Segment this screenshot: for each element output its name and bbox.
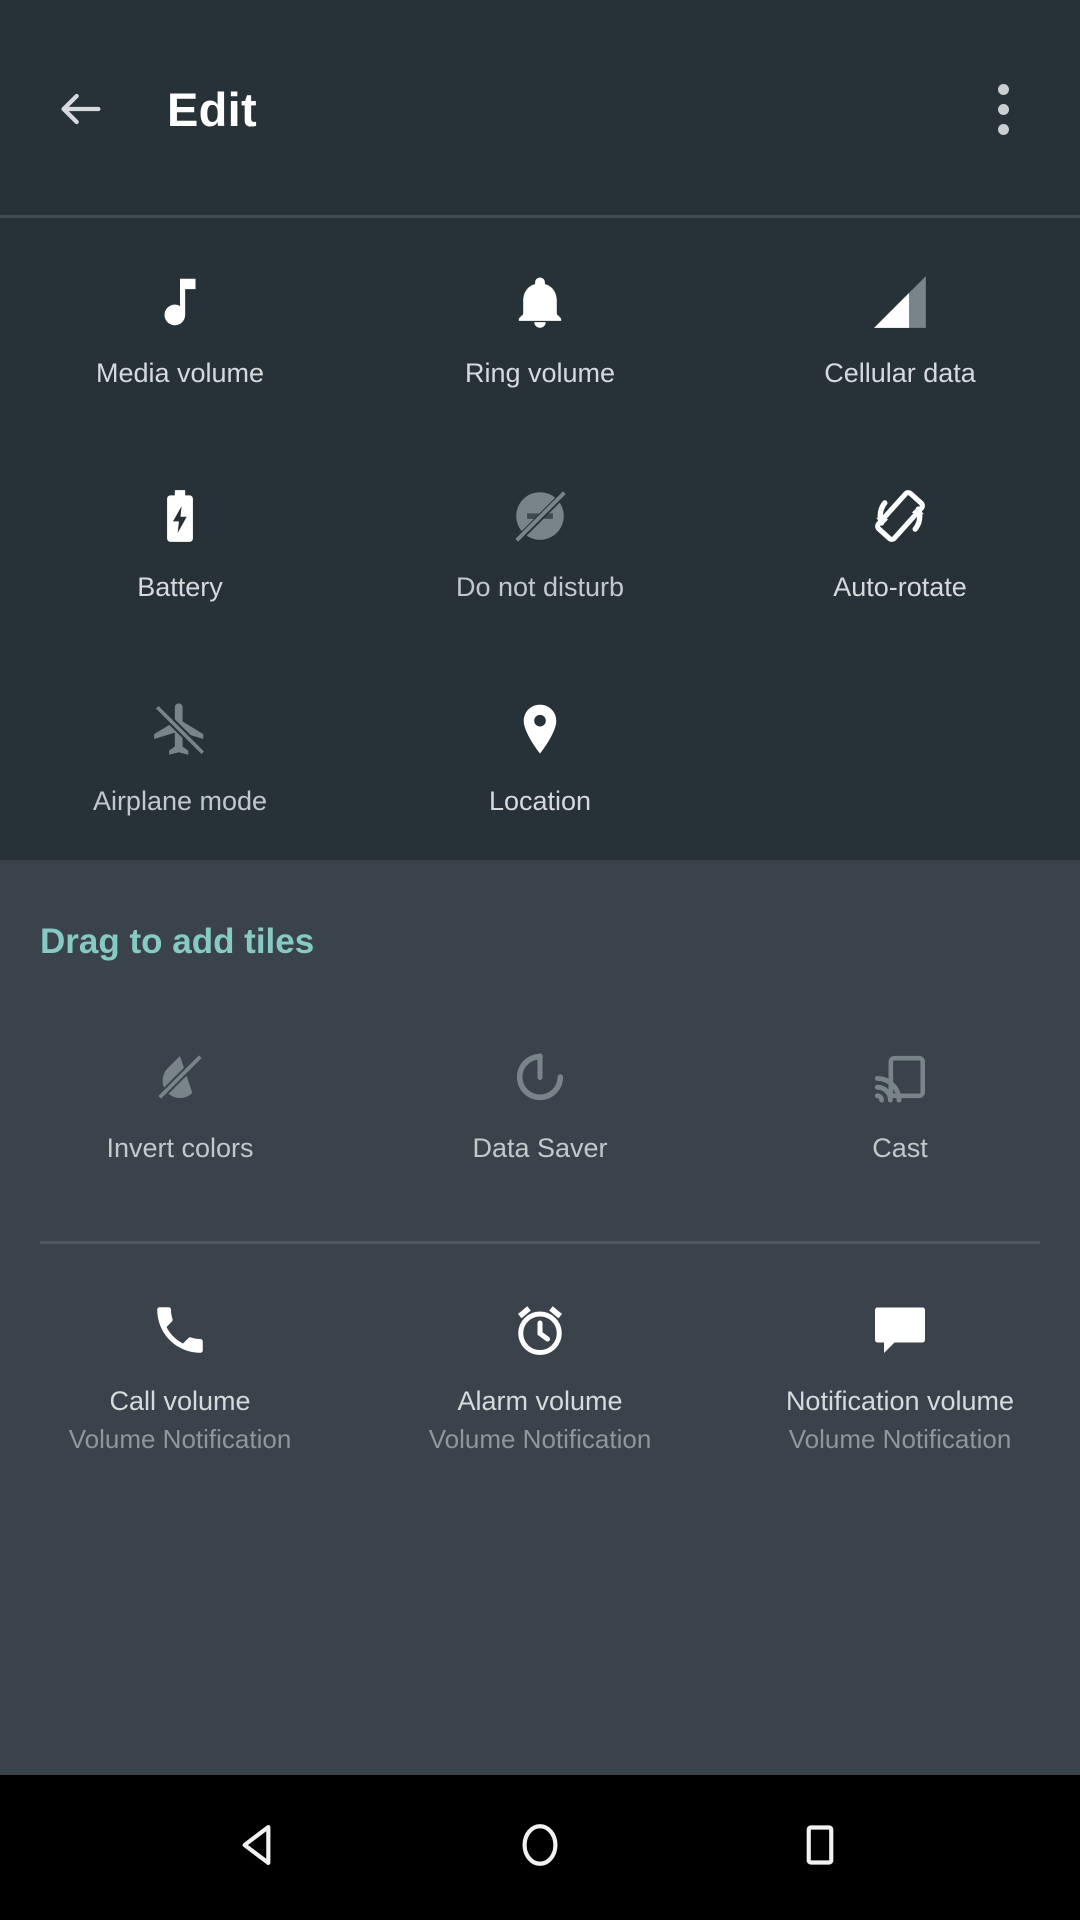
tile-label: Media volume — [95, 358, 265, 388]
add-tiles-heading: Drag to add tiles — [40, 922, 315, 961]
tile-cast[interactable]: Cast — [720, 1021, 1080, 1221]
tile-ring-volume[interactable]: Ring volume — [360, 230, 720, 444]
nav-recents-button[interactable] — [760, 1788, 880, 1908]
tile-call-volume[interactable]: Call volume Volume Notification — [0, 1280, 360, 1490]
tile-label: Ring volume — [464, 358, 616, 388]
tile-alarm-volume[interactable]: Alarm volume Volume Notification — [360, 1280, 720, 1490]
alarm-clock-icon — [510, 1292, 570, 1368]
nav-home-button[interactable] — [480, 1788, 600, 1908]
arrow-back-icon — [55, 83, 107, 135]
battery-charging-icon — [149, 478, 211, 554]
tile-label: Data Saver — [472, 1133, 608, 1163]
add-tiles-panel: Drag to add tiles Invert colors Data Sav… — [0, 860, 1080, 1775]
add-tiles-row: Invert colors Data Saver Cast — [0, 1021, 1080, 1221]
location-pin-icon — [509, 692, 571, 768]
tile-cellular-data[interactable]: Cellular data — [720, 230, 1080, 444]
square-recents-icon — [795, 1820, 845, 1875]
invert-colors-off-icon — [151, 1039, 209, 1115]
tile-label: Airplane mode — [92, 786, 268, 816]
tile-do-not-disturb[interactable]: Do not disturb — [360, 444, 720, 658]
cast-icon — [871, 1039, 929, 1115]
tile-media-volume[interactable]: Media volume — [0, 230, 360, 444]
tile-battery[interactable]: Battery — [0, 444, 360, 658]
system-navigation-bar — [0, 1775, 1080, 1920]
screen-rotation-icon — [868, 478, 932, 554]
bell-icon — [509, 264, 571, 340]
page-title: Edit — [167, 82, 257, 136]
tile-data-saver[interactable]: Data Saver — [360, 1021, 720, 1221]
tile-location[interactable]: Location — [360, 658, 720, 872]
tile-label: Invert colors — [106, 1133, 254, 1163]
tile-label: Auto-rotate — [833, 572, 967, 602]
nav-back-button[interactable] — [200, 1788, 320, 1908]
tile-label: Cellular data — [824, 358, 976, 388]
tile-label: Do not disturb — [455, 572, 625, 602]
tile-notification-volume[interactable]: Notification volume Volume Notification — [720, 1280, 1080, 1490]
do-not-disturb-off-icon — [509, 478, 571, 554]
current-tiles-row: Battery Do not disturb Auto-rotate — [0, 444, 1080, 658]
tile-invert-colors[interactable]: Invert colors — [0, 1021, 360, 1221]
music-note-icon — [149, 264, 211, 340]
more-vert-icon-dot — [997, 83, 1009, 95]
tile-sublabel: Volume Notification — [68, 1423, 292, 1454]
back-button[interactable] — [45, 73, 117, 145]
quick-settings-edit-screen: Edit Media volume Ring volume Cellular d… — [0, 0, 1080, 1920]
tile-label: Alarm volume — [457, 1386, 623, 1416]
tile-empty-slot — [720, 658, 1080, 872]
tile-sublabel: Volume Notification — [428, 1423, 652, 1454]
section-divider — [40, 1241, 1040, 1244]
current-tiles-row: Media volume Ring volume Cellular data — [0, 230, 1080, 444]
chat-bubble-icon — [870, 1292, 930, 1368]
signal-bar-icon — [869, 264, 931, 340]
more-vert-icon-dot — [997, 123, 1009, 135]
tile-airplane-mode[interactable]: Airplane mode — [0, 658, 360, 872]
current-tiles-panel: Media volume Ring volume Cellular data B… — [0, 218, 1080, 860]
tile-sublabel: Volume Notification — [788, 1423, 1012, 1454]
triangle-back-icon — [235, 1820, 285, 1875]
tile-auto-rotate[interactable]: Auto-rotate — [720, 444, 1080, 658]
more-vert-icon-dot — [997, 103, 1009, 115]
circle-home-icon — [515, 1820, 565, 1875]
tile-label: Notification volume — [785, 1386, 1015, 1416]
overflow-menu-button[interactable] — [966, 64, 1040, 154]
tile-label: Cast — [872, 1133, 928, 1163]
tile-label: Battery — [137, 572, 223, 602]
phone-icon — [150, 1292, 210, 1368]
current-tiles-row: Airplane mode Location — [0, 658, 1080, 872]
tile-label: Call volume — [109, 1386, 251, 1416]
airplane-off-icon — [149, 692, 211, 768]
data-saver-icon — [511, 1039, 569, 1115]
tile-label: Location — [488, 786, 592, 816]
app-bar: Edit — [0, 0, 1080, 218]
add-tiles-row: Call volume Volume Notification Alarm vo… — [0, 1280, 1080, 1490]
